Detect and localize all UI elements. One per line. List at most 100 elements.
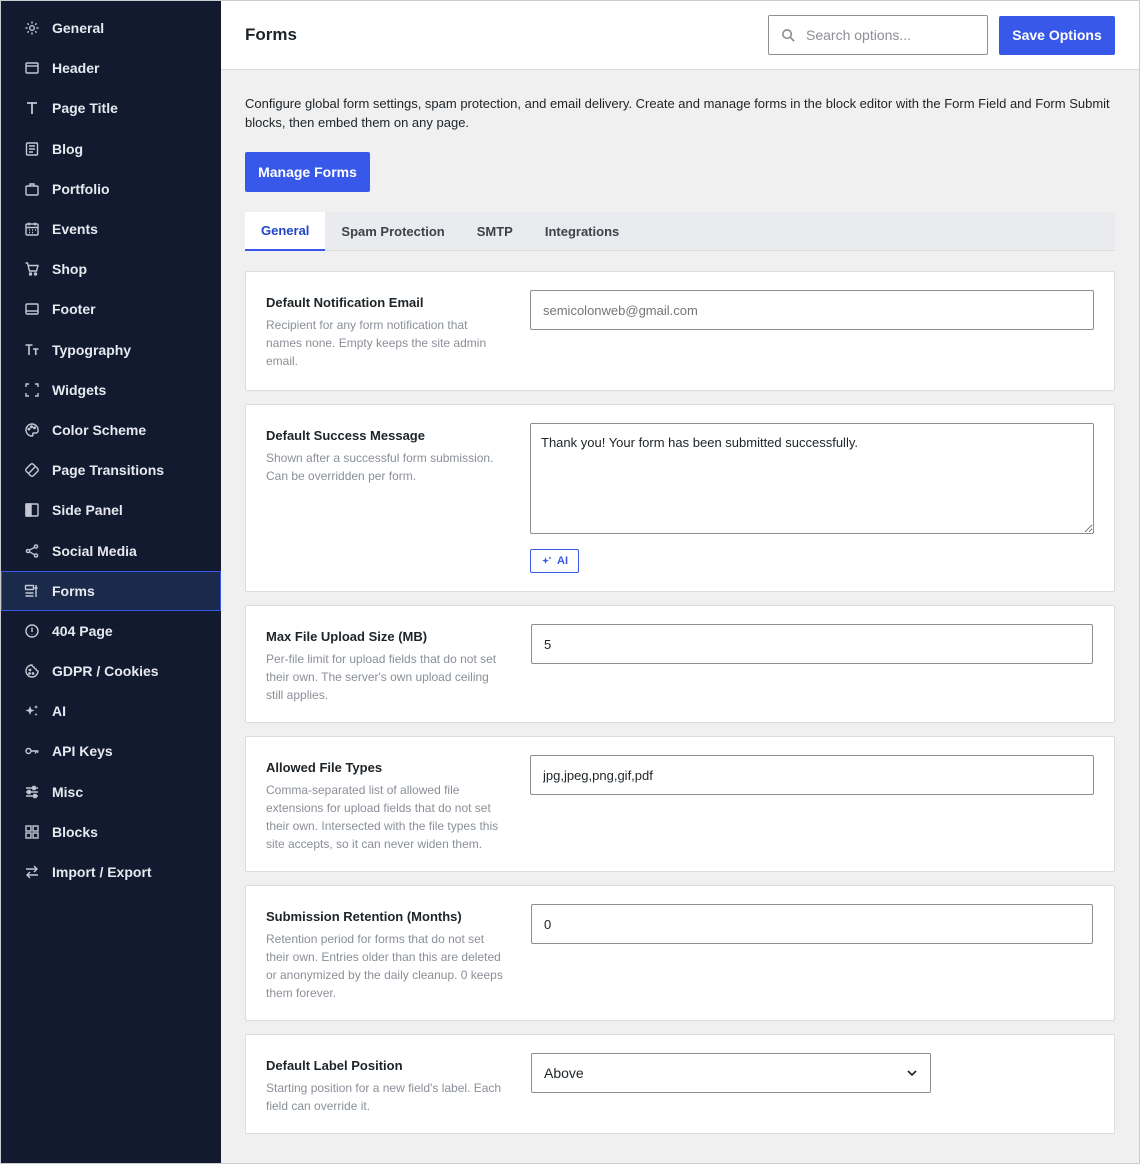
content-area: Configure global form settings, spam pro… (221, 70, 1139, 1134)
sidebar-item-blog[interactable]: Blog (1, 129, 221, 169)
sparkle-icon (23, 702, 41, 720)
setting-description: Per-file limit for upload fields that do… (266, 652, 497, 702)
sidebar: General Header Page Title Blog Portfolio… (1, 1, 221, 1163)
sparkle-icon (541, 555, 553, 567)
sidebar-item-color-scheme[interactable]: Color Scheme (1, 410, 221, 450)
save-options-button[interactable]: Save Options (999, 15, 1115, 55)
sidebar-item-misc[interactable]: Misc (1, 772, 221, 812)
footer-icon (23, 300, 41, 318)
notification-email-field[interactable] (530, 290, 1094, 330)
sidebar-item-label: Blog (52, 140, 84, 157)
app-window: General Header Page Title Blog Portfolio… (0, 0, 1140, 1164)
setting-label: Max File Upload Size (MB) (266, 629, 428, 644)
sidebar-item-label: Widgets (52, 381, 107, 398)
tab-smtp[interactable]: SMTP (461, 212, 529, 251)
sidebar-item-events[interactable]: Events (1, 209, 221, 249)
submission-retention-field[interactable] (531, 904, 1093, 944)
setting-notification-email: Default Notification Email Recipient for… (245, 271, 1115, 391)
setting-label: Default Label Position (266, 1058, 403, 1073)
setting-label: Default Notification Email (266, 295, 424, 310)
sidebar-item-label: Shop (52, 261, 87, 278)
404-icon (23, 622, 41, 640)
manage-forms-button[interactable]: Manage Forms (245, 152, 370, 192)
sidebar-item-header[interactable]: Header (1, 48, 221, 88)
sidebar-item-label: Color Scheme (52, 421, 147, 438)
sidebar-item-label: GDPR / Cookies (52, 663, 159, 680)
blog-icon (23, 140, 41, 158)
setting-allowed-file-types: Allowed File Types Comma-separated list … (245, 736, 1115, 872)
setting-default-label-position: Default Label Position Starting position… (245, 1034, 1115, 1134)
cookie-icon (23, 662, 41, 680)
page-title: Forms (245, 25, 297, 44)
success-message-textarea[interactable]: Thank you! Your form has been submitted … (530, 423, 1094, 534)
setting-description: Shown after a successful form submission… (266, 451, 494, 483)
setting-description: Starting position for a new field's labe… (266, 1081, 502, 1113)
sidebar-item-shop[interactable]: Shop (1, 249, 221, 289)
sidebar-item-page-title[interactable]: Page Title (1, 88, 221, 128)
sidebar-item-label: Page Transitions (52, 462, 165, 479)
sidebar-item-footer[interactable]: Footer (1, 289, 221, 329)
tab-integrations[interactable]: Integrations (529, 212, 635, 251)
chevron-down-icon (906, 1067, 918, 1079)
sidebar-item-social-media[interactable]: Social Media (1, 530, 221, 570)
label-position-select[interactable]: Above (531, 1053, 931, 1093)
sidebar-item-typography[interactable]: Typography (1, 330, 221, 370)
blocks-icon (23, 823, 41, 841)
sidebar-item-side-panel[interactable]: Side Panel (1, 490, 221, 530)
ai-assist-button[interactable]: AI (530, 549, 579, 573)
setting-submission-retention: Submission Retention (Months) Retention … (245, 885, 1115, 1021)
tab-general[interactable]: General (245, 212, 326, 251)
search-icon (781, 28, 796, 43)
typography-icon (23, 341, 41, 359)
sidebar-item-label: AI (52, 703, 66, 720)
share-icon (23, 542, 41, 560)
sidebar-item-label: Side Panel (52, 502, 123, 519)
palette-icon (23, 421, 41, 439)
search-input[interactable] (806, 27, 976, 43)
setting-max-upload-size: Max File Upload Size (MB) Per-file limit… (245, 605, 1115, 723)
setting-label: Allowed File Types (266, 760, 383, 775)
intro-text: Configure global form settings, spam pro… (245, 96, 1110, 130)
sidebar-item-page-transitions[interactable]: Page Transitions (1, 450, 221, 490)
arrows-icon (23, 863, 41, 881)
allowed-file-types-field[interactable] (530, 755, 1094, 795)
sidebar-item-gdpr-cookies[interactable]: GDPR / Cookies (1, 651, 221, 691)
sidebar-item-import-export[interactable]: Import / Export (1, 852, 221, 892)
tab-bar: General Spam Protection SMTP Integration… (245, 212, 1115, 251)
header-icon (23, 59, 41, 77)
sidebar-item-widgets[interactable]: Widgets (1, 370, 221, 410)
side-panel-icon (23, 501, 41, 519)
setting-description: Retention period for forms that do not s… (266, 932, 503, 1000)
setting-label: Submission Retention (Months) (266, 909, 462, 924)
sidebar-item-portfolio[interactable]: Portfolio (1, 169, 221, 209)
ai-button-label: AI (557, 555, 568, 567)
sidebar-item-forms[interactable]: Forms (1, 570, 221, 611)
key-icon (23, 742, 41, 760)
setting-description: Recipient for any form notification that… (266, 318, 487, 368)
transition-icon (23, 461, 41, 479)
sidebar-item-ai[interactable]: AI (1, 691, 221, 731)
search-box[interactable] (768, 15, 988, 55)
sidebar-item-label: Portfolio (52, 180, 110, 197)
setting-success-message: Default Success Message Shown after a su… (245, 404, 1115, 592)
sidebar-item-label: Footer (52, 301, 96, 318)
sidebar-item-label: Typography (52, 341, 132, 358)
gear-icon (23, 19, 41, 37)
calendar-icon (23, 220, 41, 238)
forms-icon (23, 582, 41, 600)
tab-spam-protection[interactable]: Spam Protection (325, 212, 460, 251)
title-icon (23, 99, 41, 117)
sidebar-item-label: API Keys (52, 743, 113, 760)
sidebar-item-label: Forms (52, 582, 95, 599)
sidebar-item-label: Misc (52, 783, 84, 800)
sidebar-item-api-keys[interactable]: API Keys (1, 731, 221, 771)
sidebar-item-general[interactable]: General (1, 8, 221, 48)
select-value: Above (544, 1065, 584, 1081)
sidebar-item-blocks[interactable]: Blocks (1, 812, 221, 852)
sidebar-item-label: Blocks (52, 823, 98, 840)
sidebar-item-label: General (52, 20, 105, 37)
widgets-icon (23, 381, 41, 399)
sidebar-item-label: Events (52, 221, 98, 238)
sidebar-item-404-page[interactable]: 404 Page (1, 611, 221, 651)
max-upload-size-field[interactable] (531, 624, 1093, 664)
